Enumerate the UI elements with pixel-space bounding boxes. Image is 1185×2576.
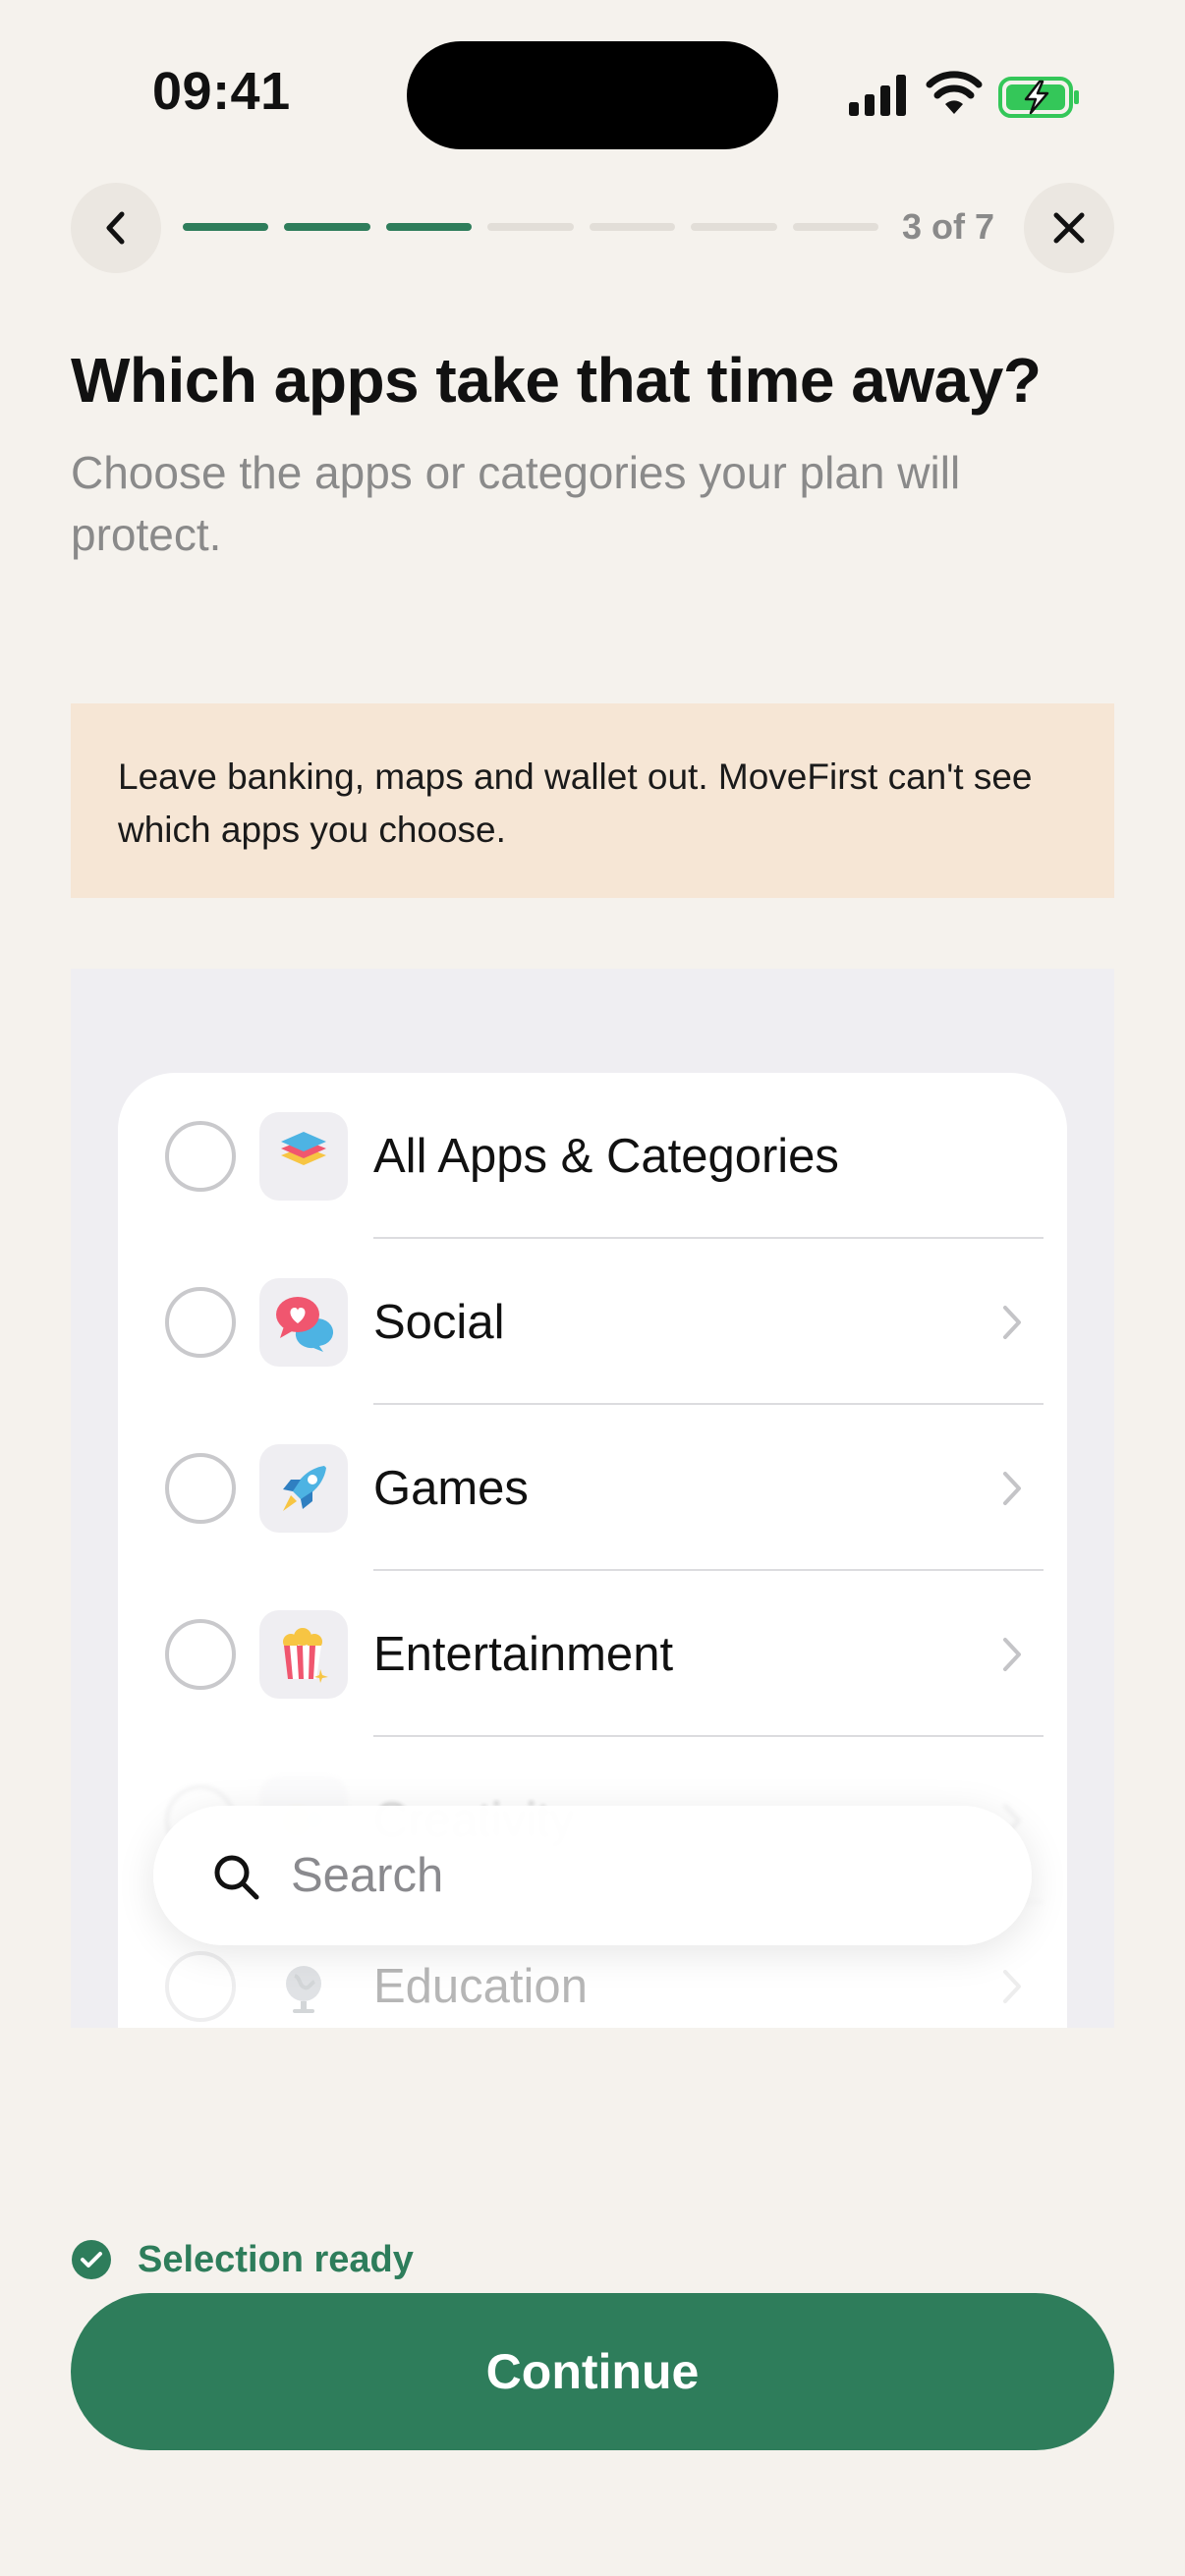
chevron-right-icon <box>1003 1305 1021 1339</box>
app-picker: All Apps & Categories Social Games Enter… <box>71 969 1114 2028</box>
list-item-label: Games <box>373 1461 529 1515</box>
search-bar[interactable]: Search <box>153 1806 1032 1945</box>
globe-icon <box>259 1942 348 2029</box>
popcorn-icon <box>259 1609 348 1699</box>
privacy-notice-text: Leave banking, maps and wallet out. Move… <box>118 756 1033 850</box>
progress-segment <box>284 223 370 231</box>
status-bar: 09:41 <box>0 0 1185 187</box>
chat-bubble-heart-icon <box>259 1277 348 1367</box>
rocket-icon <box>259 1443 348 1533</box>
selection-status: Selection ready <box>71 2238 414 2281</box>
progress-segment <box>589 223 676 231</box>
radio-button[interactable] <box>165 1950 236 2022</box>
list-item-all-apps[interactable]: All Apps & Categories <box>118 1073 1067 1239</box>
continue-button[interactable]: Continue <box>71 2293 1114 2450</box>
battery-charging-icon <box>998 77 1079 118</box>
radio-button[interactable] <box>165 1286 236 1358</box>
chevron-left-icon <box>106 211 125 245</box>
check-circle-icon <box>72 2240 111 2279</box>
list-item-entertainment[interactable]: Entertainment <box>118 1571 1067 1737</box>
dynamic-island <box>407 41 778 149</box>
status-time: 09:41 <box>152 62 291 121</box>
wifi-icon <box>926 71 983 114</box>
radio-button[interactable] <box>165 1618 236 1690</box>
close-button[interactable] <box>1024 183 1114 273</box>
chevron-right-icon <box>1003 1471 1021 1505</box>
chevron-right-icon <box>1003 1637 1021 1671</box>
search-icon <box>214 1855 259 1900</box>
stack-icon <box>259 1111 348 1201</box>
progress-segment <box>792 223 878 231</box>
progress-segment <box>183 223 269 231</box>
search-input[interactable]: Search <box>291 1848 443 1903</box>
page-subtitle: Choose the apps or categories your plan … <box>71 447 961 560</box>
cellular-signal-icon <box>849 75 906 116</box>
progress-segment <box>385 223 473 231</box>
back-button[interactable] <box>71 183 161 273</box>
selection-status-text: Selection ready <box>138 2238 414 2280</box>
list-item-label: Education <box>373 1959 588 2013</box>
privacy-notice: Leave banking, maps and wallet out. Move… <box>71 703 1114 898</box>
list-item-games[interactable]: Games <box>118 1405 1067 1571</box>
list-item-social[interactable]: Social <box>118 1239 1067 1405</box>
progress-segment <box>691 223 777 231</box>
progress-bar <box>183 223 878 231</box>
close-icon <box>1053 212 1085 244</box>
progress-segment <box>487 223 574 231</box>
radio-button[interactable] <box>165 1120 236 1192</box>
progress-count: 3 of 7 <box>902 206 995 247</box>
page-title: Which apps take that time away? <box>71 345 1042 416</box>
list-item-label: All Apps & Categories <box>373 1129 839 1183</box>
list-item-label: Social <box>373 1295 505 1349</box>
list-item-label: Entertainment <box>373 1627 674 1681</box>
radio-button[interactable] <box>165 1452 236 1524</box>
chevron-right-icon <box>1003 1969 1021 2003</box>
